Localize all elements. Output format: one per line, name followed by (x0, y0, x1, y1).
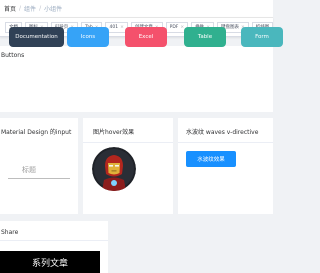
breadcrumb-separator: / (39, 5, 42, 12)
iron-man-avatar-icon (92, 147, 136, 191)
title-input[interactable]: 标题 (8, 163, 70, 179)
series-articles-button[interactable]: 系列文章 (0, 251, 100, 273)
divider (178, 142, 273, 143)
close-icon[interactable]: × (120, 25, 124, 30)
share-card-title: Share (1, 229, 19, 236)
waves-card-title: 水波纹 waves v-directive (186, 129, 259, 136)
divider (83, 142, 173, 143)
waves-button[interactable]: 水波纹效果 (186, 151, 236, 167)
icons-button[interactable]: Icons (67, 27, 109, 47)
divider (0, 240, 108, 241)
buttons-card: Buttons (0, 46, 273, 112)
image-hover-card-title: 图片hover效果 (93, 129, 135, 136)
breadcrumb-item-widgets: 小组件 (44, 6, 63, 13)
material-input-card-title: Material Design 的input (1, 129, 72, 136)
breadcrumb-separator: / (19, 5, 22, 12)
title-input-label: 标题 (22, 166, 36, 174)
excel-button[interactable]: Excel (125, 27, 167, 47)
documentation-button[interactable]: Documentation (9, 27, 64, 47)
breadcrumb-item-home[interactable]: 首页 (4, 4, 16, 13)
table-button[interactable]: Table (184, 27, 226, 47)
tag-label: 401 (109, 24, 119, 30)
breadcrumb-item-components[interactable]: 组件 (24, 4, 36, 13)
avatar[interactable] (92, 147, 136, 191)
form-button[interactable]: Form (241, 27, 283, 47)
buttons-card-title: Buttons (1, 52, 25, 59)
tag-label: PDF (169, 24, 179, 30)
breadcrumb: 首页 / 组件 / 小组件 (0, 0, 273, 17)
